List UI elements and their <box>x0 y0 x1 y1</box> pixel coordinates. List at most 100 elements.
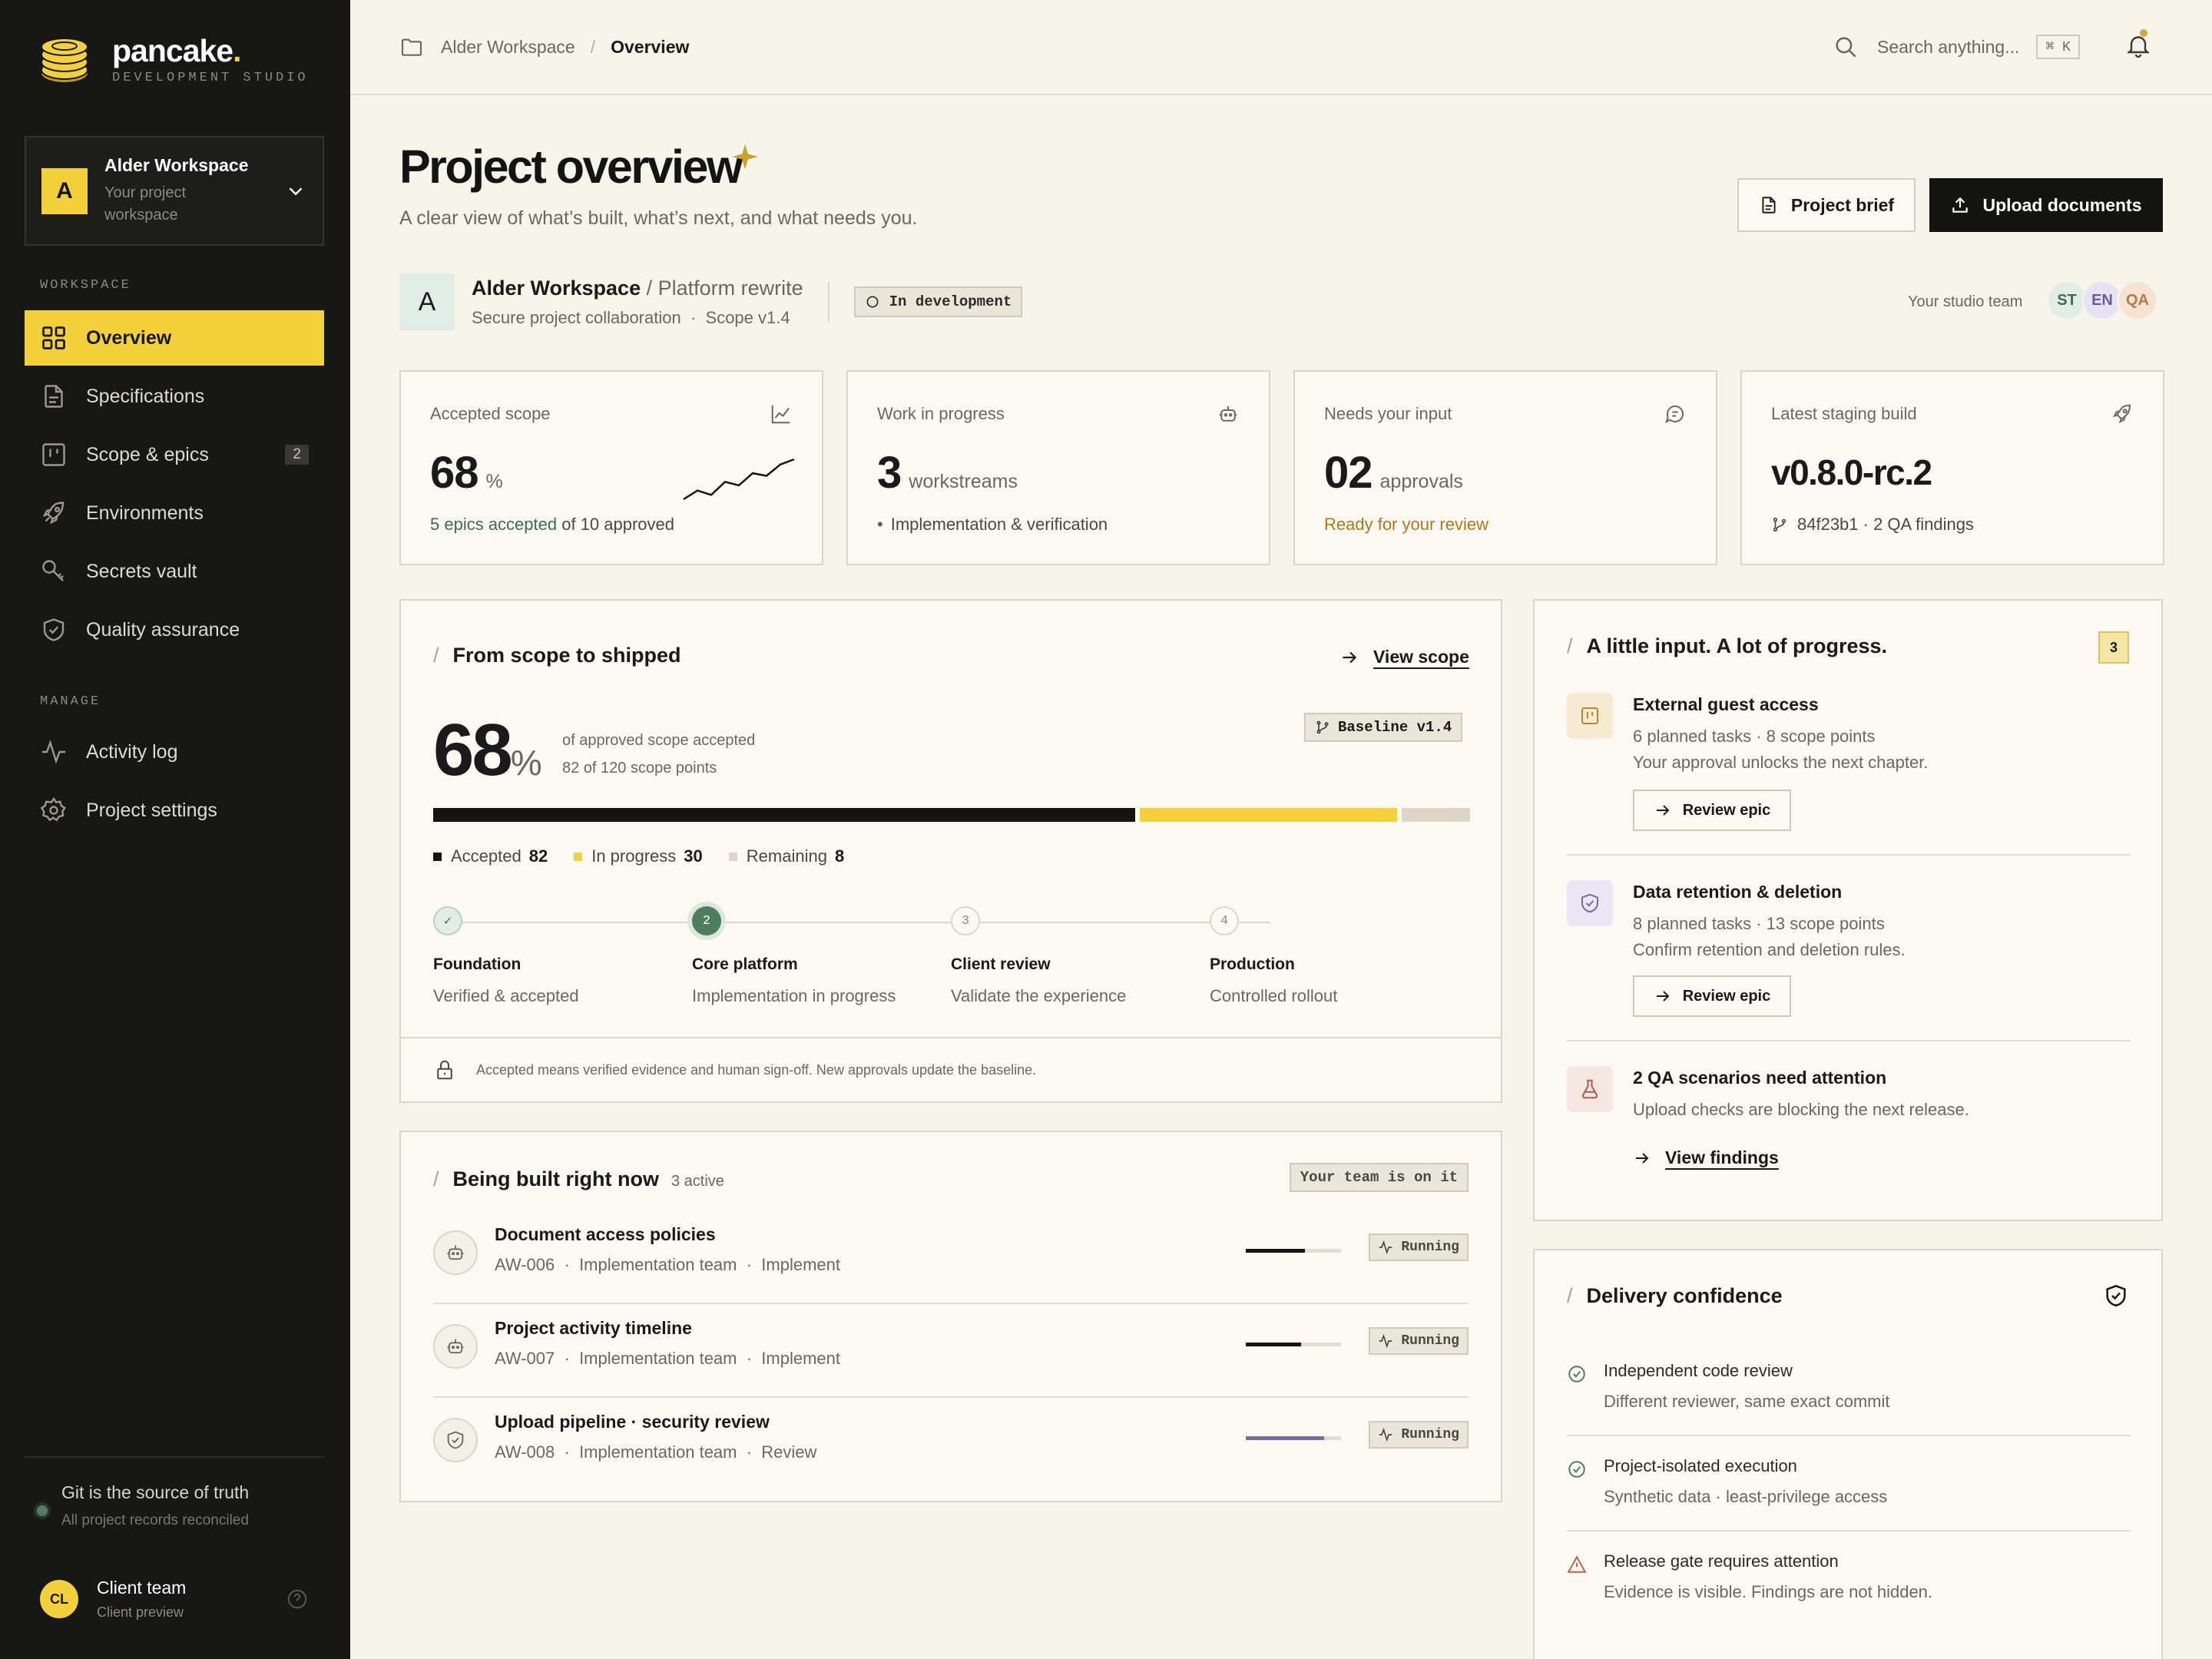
task-row[interactable]: Project activity timeline AW-007 · Imple… <box>433 1304 1469 1398</box>
status-label: Running <box>1401 1240 1459 1255</box>
kanban-icon <box>42 443 65 466</box>
input-item-note: Confirm retention and deletion rules. <box>1633 940 1906 959</box>
task-progress-fill <box>1246 1343 1301 1346</box>
milestone-sub: Verified & accepted <box>433 986 579 1005</box>
sidebar-item-secrets-vault[interactable]: Secrets vault <box>25 544 324 599</box>
stat-card-accepted-scope[interactable]: Accepted scope 68% 5 epics accepted of 1… <box>399 370 823 565</box>
milestone-foundation[interactable]: ✓ Foundation Verified & accepted <box>433 906 579 1006</box>
input-item-title: 2 QA scenarios need attention <box>1633 1068 1887 1088</box>
milestone-sub: Implementation in progress <box>692 986 896 1005</box>
scope-count-badge: 2 <box>285 445 309 465</box>
view-findings-link[interactable]: View findings <box>1633 1147 1779 1168</box>
task-team: Implementation team <box>579 1442 737 1462</box>
sidebar-item-label: Overview <box>86 326 172 349</box>
search-placeholder: Search anything... <box>1877 36 2020 57</box>
team-avatar-qa[interactable]: QA <box>2117 280 2158 321</box>
task-phase: Implement <box>761 1349 841 1368</box>
progress-segment-accepted <box>433 808 1136 822</box>
breadcrumb-separator: / <box>590 36 596 57</box>
input-item-note: Your approval unlocks the next chapter. <box>1633 753 1929 772</box>
sidebar-item-label: Specifications <box>86 385 205 407</box>
project-brief-button[interactable]: Project brief <box>1737 178 1916 232</box>
document-icon <box>1762 197 1776 214</box>
user-profile[interactable]: CL Client team Client preview <box>40 1578 309 1621</box>
settings-icon <box>40 796 66 822</box>
stat-foot: of 10 approved <box>561 515 675 534</box>
user-name: Client team <box>97 1578 187 1598</box>
legend-label: In progress <box>591 846 677 866</box>
status-label: Running <box>1401 1333 1459 1349</box>
stat-card-staging-build[interactable]: Latest staging build v0.8.0-rc.2 84f23b1… <box>1740 370 2164 565</box>
milestone-marker: 3 <box>951 906 980 935</box>
shield-icon <box>43 618 65 641</box>
stat-label: Work in progress <box>877 404 1005 423</box>
sparkline-chart <box>683 458 795 501</box>
sidebar-item-label: Environments <box>86 502 204 524</box>
sidebar-item-label: Activity log <box>86 740 178 763</box>
meta-separator: · <box>564 1255 570 1274</box>
sidebar-item-specifications[interactable]: Specifications <box>25 369 324 424</box>
card-title: Delivery confidence <box>1586 1284 1783 1307</box>
view-findings-label: View findings <box>1665 1147 1779 1167</box>
legend-value: 82 <box>528 846 548 866</box>
project-avatar: A <box>399 273 455 330</box>
task-progress-fill <box>1246 1249 1305 1253</box>
delivery-confidence-card: / Delivery confidence Independent code re… <box>1533 1249 2163 1659</box>
git-branch-icon <box>1773 517 1786 532</box>
robot-icon <box>433 1230 478 1275</box>
review-epic-button[interactable]: Review epic <box>1633 975 1791 1017</box>
project-platform: / Platform rewrite <box>646 276 803 300</box>
key-icon <box>42 560 64 581</box>
view-scope-link[interactable]: View scope <box>1339 647 1469 667</box>
milestone-name: Core platform <box>692 955 798 973</box>
milestone-client-review[interactable]: 3 Client review Validate the experience <box>951 906 1126 1006</box>
arrow-right-icon <box>1656 805 1670 816</box>
title-slash: / <box>1567 1284 1573 1307</box>
sidebar-item-overview[interactable]: Overview <box>25 310 324 366</box>
stat-card-work-in-progress[interactable]: Work in progress 3 workstreams • Implement… <box>846 370 1270 565</box>
sidebar: pancake. DEVELOPMENT STUDIO A Alder Work… <box>0 0 350 1659</box>
milestone-core-platform[interactable]: 2 Core platform Implementation in progre… <box>692 906 896 1006</box>
progress-footnote: Accepted means verified evidence and hum… <box>401 1037 1501 1101</box>
task-progress-bar <box>1246 1436 1341 1440</box>
git-status-sub: All project records reconciled <box>61 1512 249 1528</box>
search-shortcut: ⌘ K <box>2036 35 2080 59</box>
stat-card-needs-input[interactable]: Needs your input 02 approvals Ready for y… <box>1293 370 1717 565</box>
workspace-switcher[interactable]: A Alder Workspace Your project workspace <box>25 136 324 246</box>
project-scope-version: Scope v1.4 <box>705 307 790 327</box>
sidebar-divider <box>25 1456 324 1458</box>
legend-value: 30 <box>684 846 703 866</box>
grid-icon <box>42 326 65 349</box>
divider <box>1567 854 2131 856</box>
status-badge: Running <box>1369 1233 1469 1261</box>
sidebar-item-activity-log[interactable]: Activity log <box>25 724 324 780</box>
task-row[interactable]: Document access policies AW-006 · Implem… <box>433 1210 1469 1304</box>
card-title: A little input. A lot of progress. <box>1586 634 1888 657</box>
milestone-production[interactable]: 4 Production Controlled rollout <box>1210 906 1337 1006</box>
upload-documents-button[interactable]: Upload documents <box>1929 178 2163 232</box>
search-input[interactable]: Search anything... ⌘ K <box>1833 0 2080 94</box>
review-epic-button[interactable]: Review epic <box>1633 790 1791 831</box>
legend-swatch <box>728 852 737 861</box>
sidebar-item-label: Scope & epics <box>86 443 209 465</box>
bell-icon[interactable] <box>2124 31 2152 60</box>
task-name: Document access policies <box>495 1224 716 1244</box>
task-row[interactable]: Upload pipeline · security review AW-008… <box>433 1398 1469 1492</box>
sidebar-item-project-settings[interactable]: Project settings <box>25 783 324 838</box>
meta-separator: · <box>746 1349 753 1368</box>
git-status: Git is the source of truth All project r… <box>37 1482 249 1529</box>
confidence-sub: Different reviewer, same exact commit <box>1604 1392 1890 1411</box>
sidebar-item-scope-epics[interactable]: Scope & epics 2 <box>25 427 324 482</box>
section-manage-label: MANAGE <box>40 694 101 709</box>
breadcrumb-workspace[interactable]: Alder Workspace <box>441 37 575 58</box>
activity-icon <box>1379 1333 1392 1349</box>
legend-swatch <box>433 852 442 861</box>
sidebar-item-environments[interactable]: Environments <box>25 485 324 541</box>
progress-percent: 68 <box>433 709 513 791</box>
notification-dot <box>2140 29 2147 37</box>
warning-icon <box>1567 1555 1587 1573</box>
help-icon[interactable] <box>286 1588 309 1611</box>
sidebar-item-quality-assurance[interactable]: Quality assurance <box>25 602 324 657</box>
brand-logo[interactable]: pancake. DEVELOPMENT STUDIO <box>38 35 309 85</box>
divider <box>1567 1040 2131 1041</box>
